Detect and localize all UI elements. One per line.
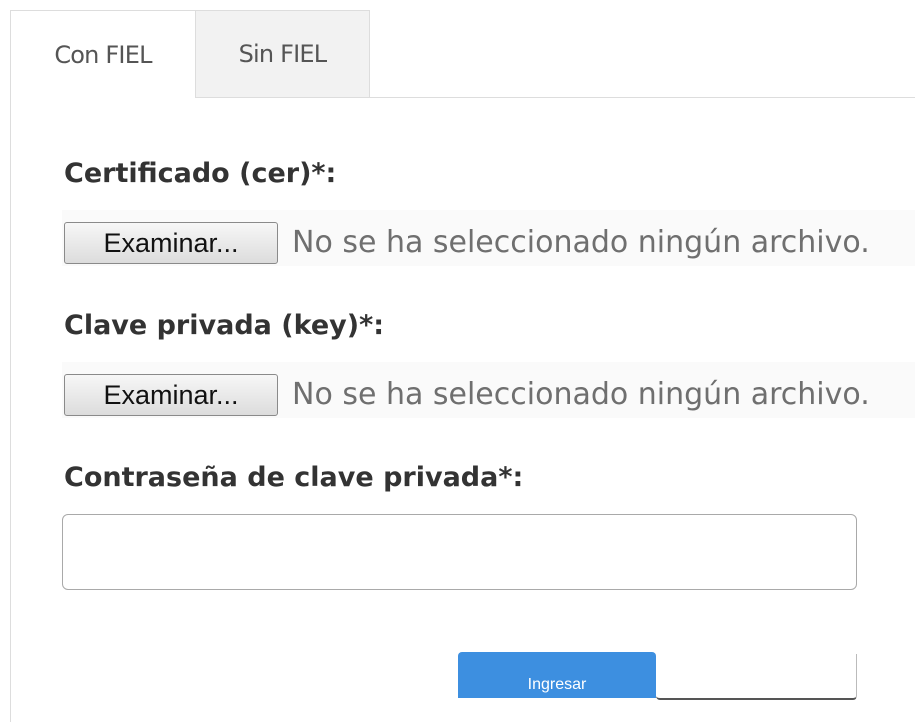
certificate-browse-button[interactable]: Examinar... xyxy=(64,222,278,264)
certificate-label: Certificado (cer)*: xyxy=(64,158,337,189)
panel-border xyxy=(10,98,11,722)
private-key-file-input[interactable]: Examinar... No se ha seleccionado ningún… xyxy=(62,362,915,418)
password-field[interactable] xyxy=(62,514,857,590)
tab-con-fiel[interactable]: Con FIEL xyxy=(10,10,196,98)
submit-button[interactable]: Ingresar xyxy=(458,652,656,698)
login-page: Con FIEL Sin FIEL Certificado (cer)*: Ex… xyxy=(0,0,915,722)
private-key-file-status: No se ha seleccionado ningún archivo. xyxy=(292,377,870,412)
certificate-file-status: No se ha seleccionado ningún archivo. xyxy=(292,225,870,260)
password-label: Contraseña de clave privada*: xyxy=(64,462,524,493)
tab-sin-fiel[interactable]: Sin FIEL xyxy=(196,10,370,98)
tab-bar: Con FIEL Sin FIEL xyxy=(10,10,370,98)
private-key-browse-button[interactable]: Examinar... xyxy=(64,374,278,416)
private-key-label: Clave privada (key)*: xyxy=(64,310,385,341)
tab-divider xyxy=(370,97,915,98)
secondary-button[interactable] xyxy=(656,654,857,700)
certificate-file-input[interactable]: Examinar... No se ha seleccionado ningún… xyxy=(62,210,915,266)
